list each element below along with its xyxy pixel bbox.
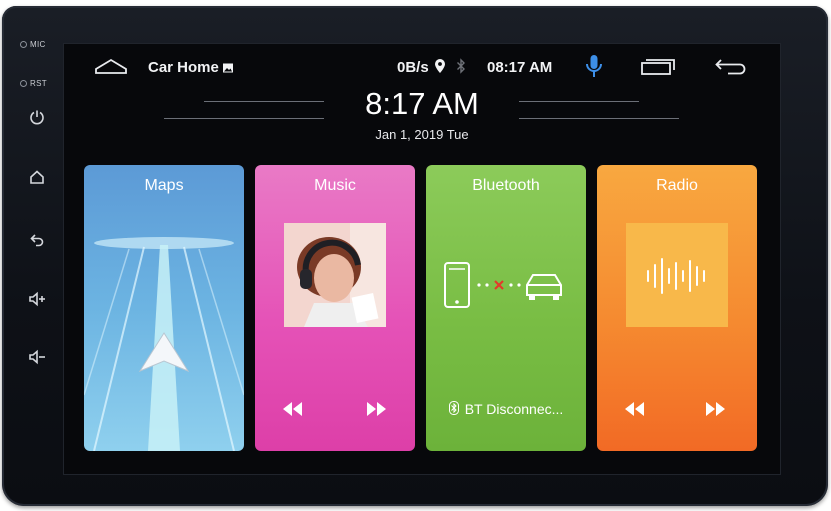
audio-wave-icon bbox=[626, 223, 728, 327]
music-prev-button[interactable] bbox=[280, 399, 306, 419]
back-icon bbox=[30, 234, 44, 247]
volume-down-button[interactable] bbox=[26, 346, 48, 368]
music-next-button[interactable] bbox=[363, 399, 389, 419]
location-indicator bbox=[434, 58, 446, 74]
bt-status-text: BT Disconnec... bbox=[464, 401, 564, 417]
back-arrow-icon bbox=[715, 59, 746, 75]
location-pin-icon bbox=[435, 59, 445, 73]
fast-forward-icon bbox=[706, 402, 725, 416]
rewind-icon bbox=[283, 402, 302, 416]
maps-card[interactable]: Maps bbox=[84, 165, 244, 451]
net-speed-text: 0B/s bbox=[397, 59, 429, 76]
fast-forward-icon bbox=[367, 402, 386, 416]
status-time: 08:17 AM bbox=[487, 59, 552, 76]
clock-date: Jan 1, 2019 Tue bbox=[375, 127, 469, 142]
rst-label: RST bbox=[30, 79, 47, 88]
display-screen: Car Home 0B/s 08:17 AM 8:17 AM Jan 1, 20… bbox=[63, 43, 781, 475]
network-speed: 0B/s bbox=[397, 59, 429, 76]
bluetooth-small-icon bbox=[448, 401, 459, 415]
music-title: Music bbox=[314, 177, 356, 194]
image-icon bbox=[222, 63, 233, 72]
status-bar: Car Home 0B/s 08:17 AM bbox=[64, 44, 780, 90]
phone-car-link-icon bbox=[444, 262, 562, 308]
power-icon bbox=[30, 110, 44, 125]
head-unit-frame: MIC RST Car Home 0B/s 08:17 AM 8:17 AM J… bbox=[2, 6, 828, 506]
mic-label: MIC bbox=[30, 40, 46, 49]
home-icon bbox=[30, 170, 44, 184]
back-nav-button[interactable] bbox=[714, 57, 748, 77]
bt-status: BT Disconnec... bbox=[426, 401, 586, 417]
recent-apps-button[interactable] bbox=[640, 57, 676, 77]
mic-hole-icon bbox=[20, 41, 27, 49]
radio-card[interactable]: Radio bbox=[597, 165, 757, 451]
bluetooth-indicator bbox=[456, 58, 466, 74]
power-button[interactable] bbox=[26, 106, 48, 128]
volume-down-icon bbox=[29, 349, 45, 365]
navigation-road-icon bbox=[84, 237, 244, 451]
album-art-image bbox=[284, 223, 386, 327]
side-home-button[interactable] bbox=[26, 166, 48, 188]
radio-next-button[interactable] bbox=[702, 399, 728, 419]
bluetooth-icon bbox=[457, 58, 465, 74]
side-back-button[interactable] bbox=[26, 229, 48, 251]
rewind-icon bbox=[625, 402, 644, 416]
home-outline-icon bbox=[95, 58, 127, 74]
voice-button[interactable] bbox=[584, 53, 604, 81]
radio-title: Radio bbox=[656, 177, 698, 194]
app-title-text: Car Home bbox=[148, 59, 219, 76]
volume-up-icon bbox=[29, 291, 45, 307]
mic-indicator: MIC bbox=[20, 40, 46, 49]
reset-hole-icon bbox=[20, 80, 27, 88]
music-card[interactable]: Music bbox=[255, 165, 415, 451]
status-time-text: 08:17 AM bbox=[487, 59, 553, 76]
recent-apps-icon bbox=[641, 59, 675, 75]
clock-time: 8:17 AM bbox=[365, 86, 479, 121]
rst-indicator[interactable]: RST bbox=[20, 79, 47, 88]
app-title: Car Home bbox=[148, 59, 234, 76]
radio-prev-button[interactable] bbox=[622, 399, 648, 419]
bluetooth-card[interactable]: Bluetooth BT Disconnec... bbox=[426, 165, 586, 451]
home-nav-button[interactable] bbox=[94, 57, 128, 77]
microphone-icon bbox=[586, 55, 602, 77]
volume-up-button[interactable] bbox=[26, 288, 48, 310]
bluetooth-title: Bluetooth bbox=[472, 177, 540, 194]
